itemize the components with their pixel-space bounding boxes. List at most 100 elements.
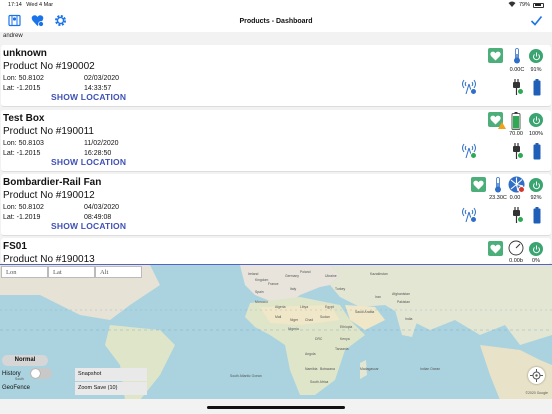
show-location-link[interactable]: SHOW LOCATION bbox=[51, 92, 126, 102]
longitude: Lon: 50.8102 bbox=[3, 204, 44, 211]
map-label: DRC bbox=[315, 337, 323, 341]
warning-badge-icon bbox=[498, 122, 506, 129]
info-badge-icon bbox=[470, 88, 477, 95]
battery-level-icon bbox=[532, 142, 542, 160]
signal-tower-icon bbox=[460, 206, 478, 224]
geofence-label[interactable]: GeoFence bbox=[2, 385, 30, 391]
thermometer-icon bbox=[511, 47, 523, 65]
history-label: History bbox=[2, 371, 21, 377]
map-label: Poland bbox=[300, 270, 311, 274]
longitude-input[interactable]: Lon bbox=[1, 266, 48, 278]
product-name: FS01 bbox=[3, 241, 27, 252]
power-icon[interactable] bbox=[529, 49, 543, 63]
product-datetime: 11/02/2020 16:28:50 bbox=[84, 139, 119, 159]
map-label: Namibia bbox=[305, 367, 318, 371]
power-icon[interactable] bbox=[529, 242, 543, 256]
status-time: 17:14 bbox=[8, 2, 22, 8]
map-list-icon[interactable] bbox=[8, 14, 21, 27]
map-label: Iran bbox=[375, 295, 381, 299]
map-label: Angola bbox=[305, 352, 316, 356]
show-location-link[interactable]: SHOW LOCATION bbox=[51, 221, 126, 231]
map-label: Niger bbox=[290, 318, 299, 322]
map-label: Morocco bbox=[255, 300, 268, 304]
zoom-save-button[interactable]: Zoom Save (10) bbox=[75, 382, 147, 395]
locate-me-button[interactable] bbox=[528, 367, 545, 384]
product-card[interactable]: Bombardier-Rail Fan Product No #190012 L… bbox=[1, 174, 551, 236]
product-name: unknown bbox=[3, 48, 47, 59]
map-label: Kazakhstan bbox=[370, 272, 388, 276]
map-copyright: ©2020 Google bbox=[525, 391, 548, 395]
map-label: France bbox=[268, 282, 279, 286]
info-badge-icon bbox=[470, 216, 477, 223]
latitude: Lat: -1.2015 bbox=[3, 85, 41, 92]
map-label: Madagascar bbox=[360, 367, 380, 371]
map-label: Germany bbox=[285, 274, 299, 278]
map-label: Ethiopia bbox=[340, 325, 352, 329]
ok-badge-icon bbox=[517, 152, 524, 159]
plug-icon bbox=[509, 206, 525, 224]
map-label: Indian Ocean bbox=[420, 367, 440, 371]
product-number: Product No #190012 bbox=[3, 190, 95, 201]
user-name: andrew bbox=[3, 33, 23, 39]
plug-icon bbox=[509, 142, 525, 160]
altitude-input[interactable]: Alt bbox=[95, 266, 142, 278]
signal-tower-icon bbox=[460, 78, 478, 96]
product-coords: Lon: 50.8103 Lat: -1.2015 bbox=[3, 139, 44, 159]
map-label: Tanzania bbox=[335, 347, 349, 351]
checkmark-icon[interactable] bbox=[530, 14, 543, 27]
map-label: Egypt bbox=[325, 305, 334, 309]
power-icon[interactable] bbox=[529, 178, 543, 192]
ok-badge-icon bbox=[517, 216, 524, 223]
map-label: South bbox=[15, 377, 24, 381]
snapshot-button[interactable]: Snapshot bbox=[75, 368, 147, 381]
map-label: South Atlantic Ocean bbox=[230, 374, 262, 378]
map-label: Saudi Arabia bbox=[355, 310, 374, 314]
latitude-input[interactable]: Lat bbox=[48, 266, 95, 278]
status-bar: 17:14 Wed 4 Mar 79% bbox=[0, 0, 552, 10]
show-location-link[interactable]: SHOW LOCATION bbox=[51, 157, 126, 167]
map-label: Ireland bbox=[248, 272, 258, 276]
battery-level-icon bbox=[532, 206, 542, 224]
heart-icon bbox=[488, 241, 503, 256]
product-coords: Lon: 50.8102 Lat: -1.2019 bbox=[3, 203, 44, 223]
map-label: Sudan bbox=[320, 315, 330, 319]
crosshair-icon bbox=[530, 369, 543, 382]
map-label: Algeria bbox=[275, 305, 286, 309]
history-toggle[interactable] bbox=[30, 368, 52, 379]
fan-value: 0.00 bbox=[509, 195, 521, 201]
error-badge-icon bbox=[518, 186, 525, 193]
product-datetime: 02/03/2020 14:33:57 bbox=[84, 74, 119, 94]
heart-icon bbox=[471, 177, 486, 192]
product-card[interactable]: FS01 Product No #190013 0.00b 0% bbox=[1, 238, 551, 265]
gauge-icon bbox=[508, 240, 524, 256]
ok-badge-icon bbox=[517, 88, 524, 95]
product-card[interactable]: Test Box Product No #190011 Lon: 50.8103… bbox=[1, 110, 551, 172]
home-indicator[interactable] bbox=[207, 406, 345, 409]
wifi-icon bbox=[508, 1, 516, 9]
map-label: Spain bbox=[255, 290, 264, 294]
last-date: 11/02/2020 bbox=[84, 140, 119, 147]
battery-percent: 79% bbox=[518, 2, 530, 8]
gear-icon[interactable] bbox=[54, 14, 67, 27]
last-date: 02/03/2020 bbox=[84, 75, 120, 82]
nav-bar: Products - Dashboard bbox=[0, 10, 552, 32]
power-icon[interactable] bbox=[529, 113, 543, 127]
map-type-button[interactable]: Normal bbox=[2, 355, 48, 366]
map-label: Chad bbox=[305, 318, 313, 322]
map-label: Nigeria bbox=[288, 327, 299, 331]
product-number: Product No #190002 bbox=[3, 61, 95, 72]
map-label: Italy bbox=[290, 287, 297, 291]
signal-tower-icon bbox=[460, 142, 478, 160]
ok-badge-icon bbox=[470, 152, 477, 159]
battery-charge-icon bbox=[510, 111, 522, 130]
product-card[interactable]: unknown Product No #190002 Lon: 50.8102 … bbox=[1, 45, 551, 107]
page-title: Products - Dashboard bbox=[239, 17, 313, 25]
plug-icon bbox=[509, 78, 525, 96]
battery-value: 91% bbox=[530, 67, 542, 73]
map-label: Ukraine bbox=[325, 274, 337, 278]
status-date: Wed 4 Mar bbox=[26, 2, 54, 8]
latitude: Lat: -1.2019 bbox=[3, 214, 41, 221]
heart-location-icon[interactable] bbox=[31, 14, 44, 27]
fan-icon bbox=[508, 176, 525, 193]
map-label: Mali bbox=[275, 315, 281, 319]
